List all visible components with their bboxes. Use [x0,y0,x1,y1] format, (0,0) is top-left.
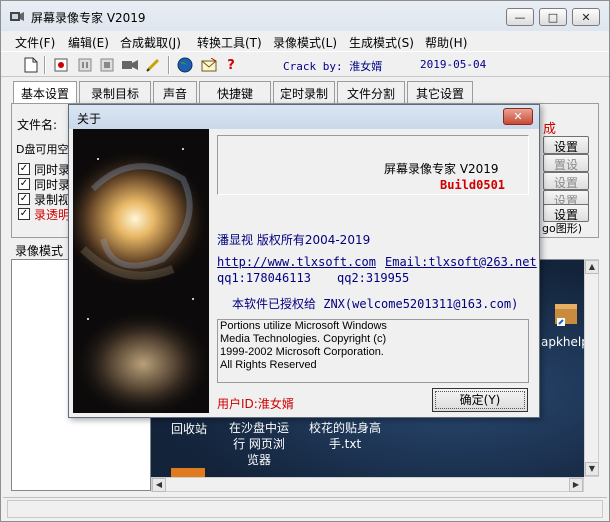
checkbox-4-label: 录透明 [34,208,71,222]
menu-compose[interactable]: 合成截取(J) [120,34,181,51]
galaxy-image [73,129,209,413]
date-text: 2019-05-04 [420,58,487,71]
about-title-bar[interactable]: 关于 ✕ [69,105,539,129]
product-name-box: 屏幕录像专家 V2019 Build0501 [217,135,529,195]
checkbox-4[interactable]: ✓ [18,208,30,220]
ms-line: 1999-2002 Microsoft Corporation. [220,346,384,358]
website-link[interactable]: http://www.tlxsoft.com [217,255,376,269]
vertical-scrollbar[interactable]: ▲ ▼ [584,259,599,477]
close-button[interactable]: ✕ [572,8,600,26]
disk-space-label: D盘可用空 [16,143,69,156]
checkbox-2[interactable]: ✓ [18,178,30,190]
copyright-text: 潘显视 版权所有2004-2019 [217,233,371,247]
tab-basic-settings[interactable]: 基本设置 [13,81,77,104]
toolbar-separator [168,56,170,74]
build-number: Build0501 [440,178,506,192]
globe-icon[interactable] [175,55,195,75]
about-close-button[interactable]: ✕ [503,108,533,125]
status-cell [7,500,603,518]
apk-package-icon [555,304,577,326]
authorized-text: 本软件已授权给 ZNX(welcome5201311@163.com) [232,297,519,311]
tab-hotkeys[interactable]: 快捷键 [199,81,271,103]
about-dialog: 关于 ✕ 屏幕录像专家 V2019 Build0501 潘显视 版权所有2004… [68,104,540,418]
pen-icon[interactable] [143,55,163,75]
menu-bar: 文件(F) 编辑(E) 合成截取(J) 转换工具(T) 录像模式(L) 生成模式… [1,31,609,51]
desktop-item-sandbox[interactable]: 在沙盘中运行 网页浏览器 [229,420,289,468]
record-mode-label: 录像模式 [15,244,64,258]
qq2-text: qq2:319955 [337,271,410,285]
status-bar [3,497,607,519]
menu-generate-mode[interactable]: 生成模式(S) [349,34,414,51]
desktop-item-file[interactable]: 校花的贴身高手.txt [309,420,381,452]
settings-button-3[interactable]: 设置 [543,172,589,190]
partial-red-text: 成 [543,122,557,137]
help-icon[interactable]: ? [221,55,241,75]
ok-button[interactable]: 确定(Y) [432,388,528,412]
settings-button-2[interactable]: 置设 [543,154,589,172]
minimize-button[interactable]: — [506,8,534,26]
menu-help[interactable]: 帮助(H) [425,34,467,51]
ms-line: Portions utilize Microsoft Windows [220,320,387,332]
toolbar-separator [44,56,46,74]
envelope-icon[interactable] [199,55,219,75]
menu-record-mode[interactable]: 录像模式(L) [273,34,337,51]
horizontal-scrollbar[interactable]: ◀ ▶ [151,477,584,492]
tab-timed-record[interactable]: 定时录制 [273,81,335,103]
record-icon[interactable] [51,55,71,75]
menu-convert[interactable]: 转换工具(T) [197,34,262,51]
ms-line: All Rights Reserved [220,359,317,371]
toolbar: ? Crack by: 淮女婿 2019-05-04 [1,51,609,77]
crack-text: Crack by: 淮女婿 [283,60,383,73]
tab-other-settings[interactable]: 其它设置 [407,81,473,103]
tab-record-target[interactable]: 录制目标 [79,81,151,103]
new-file-icon[interactable] [21,55,41,75]
user-id-text: 用户ID:淮女婿 [217,397,294,411]
scroll-left-icon[interactable]: ◀ [152,478,166,492]
product-name: 屏幕录像专家 V2019 [384,162,499,176]
scroll-down-icon[interactable]: ▼ [585,462,599,476]
camera-icon[interactable] [120,55,140,75]
tab-sound[interactable]: 声音 [153,81,197,103]
email-link[interactable]: Email:tlxsoft@263.net [385,255,537,269]
checkbox-3[interactable]: ✓ [18,193,30,205]
logo-suffix-text: go图形) [542,222,583,235]
ms-line: Media Technologies. Copyright (c) [220,333,387,345]
scroll-up-icon[interactable]: ▲ [585,260,599,274]
orange-desktop-icon [171,468,205,477]
menu-file[interactable]: 文件(F) [15,34,55,51]
pause-icon[interactable] [75,55,95,75]
about-title: 关于 [77,112,102,126]
settings-button-1[interactable]: 设置 [543,136,589,154]
checkbox-1[interactable]: ✓ [18,163,30,175]
desktop-item-recycle[interactable]: 回收站 [171,420,207,437]
desktop-item-apk[interactable]: apkhelp [541,335,584,349]
scroll-right-icon[interactable]: ▶ [569,478,583,492]
title-bar[interactable]: 屏幕录像专家 V2019 — □ ✕ [1,1,609,31]
window-title: 屏幕录像专家 V2019 [31,11,146,25]
filename-label: 文件名: [17,118,58,132]
menu-edit[interactable]: 编辑(E) [68,34,109,51]
maximize-button[interactable]: □ [539,8,567,26]
app-camera-icon [10,12,24,21]
ms-copyright-box: Portions utilize Microsoft Windows Media… [217,319,529,383]
tab-file-split[interactable]: 文件分割 [337,81,405,103]
qq1-text: qq1:178046113 [217,271,311,285]
stop-icon[interactable] [97,55,117,75]
